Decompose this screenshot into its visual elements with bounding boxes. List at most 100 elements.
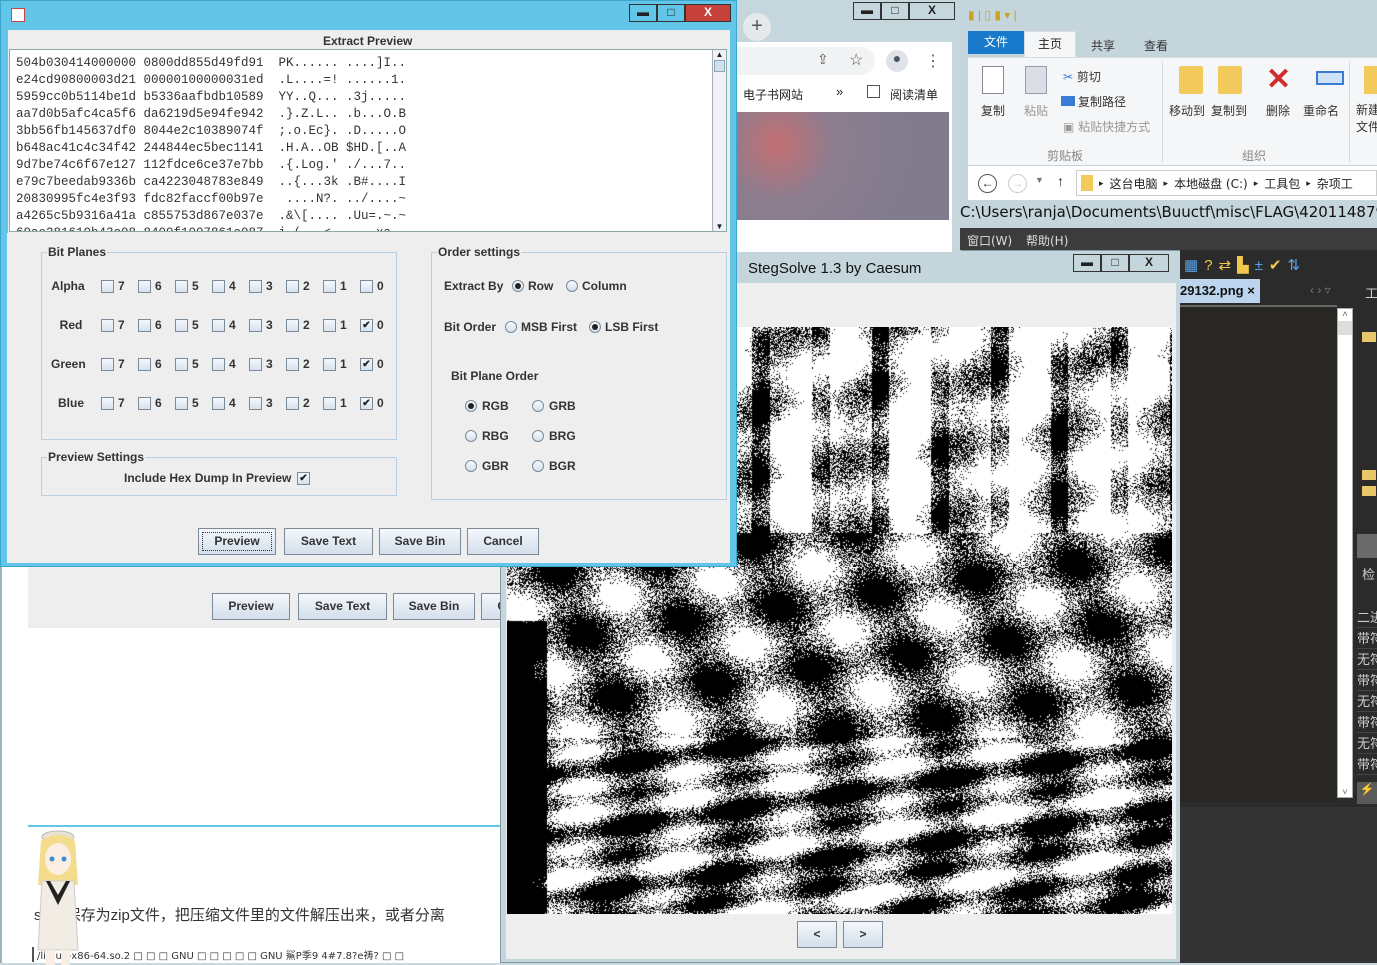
previous-plane-button[interactable]: <: [797, 921, 837, 948]
bit-plane-order-bgr-radio[interactable]: [532, 460, 544, 472]
copy-path-button[interactable]: 复制路径: [1061, 93, 1126, 110]
preview-button[interactable]: Preview: [212, 593, 290, 620]
ribbon-tab-file[interactable]: 文件: [968, 31, 1024, 54]
minimize-button[interactable]: ▬: [629, 4, 657, 22]
bit-checkbox-green-6[interactable]: [138, 358, 151, 371]
ribbon-tab-view[interactable]: 查看: [1144, 37, 1168, 54]
bookmark-folder[interactable]: 电子书网站: [743, 86, 803, 103]
inspector-row[interactable]: 无符: [1357, 649, 1377, 670]
breadcrumb-item[interactable]: 工具包: [1264, 175, 1300, 192]
bit-checkbox-blue-2[interactable]: [286, 397, 299, 410]
rename-button[interactable]: 重命名: [1303, 102, 1339, 119]
breadcrumb-arrow-icon[interactable]: ▸: [1306, 178, 1311, 189]
breadcrumb-item[interactable]: 杂项工: [1317, 175, 1353, 192]
scroll-thumb[interactable]: [1338, 321, 1352, 335]
scroll-down-arrow[interactable]: ▼: [713, 222, 726, 231]
extract-by-column-radio[interactable]: [566, 280, 578, 292]
swap-icon[interactable]: ⇄: [1219, 257, 1238, 274]
bit-checkbox-alpha-6[interactable]: [138, 280, 151, 293]
paste-shortcut-button[interactable]: ▣ 粘贴快捷方式: [1063, 118, 1150, 135]
bit-checkbox-green-7[interactable]: [101, 358, 114, 371]
breadcrumb-arrow-icon[interactable]: ▸: [1254, 178, 1259, 189]
help-icon[interactable]: ?: [1204, 257, 1218, 274]
bit-plane-order-rbg-radio[interactable]: [465, 430, 477, 442]
bit-checkbox-red-6[interactable]: [138, 319, 151, 332]
bit-checkbox-red-7[interactable]: [101, 319, 114, 332]
save-bin-button[interactable]: Save Bin: [379, 528, 461, 555]
tab-navigation[interactable]: ‹ › ▿: [1310, 283, 1331, 297]
bit-checkbox-alpha-0[interactable]: [360, 280, 373, 293]
address-bar[interactable]: ▸ 这台电脑 ▸ 本地磁盘 (C:) ▸ 工具包 ▸ 杂项工: [1076, 170, 1377, 196]
bit-checkbox-green-4[interactable]: [212, 358, 225, 371]
inspector-row[interactable]: 带符: [1357, 712, 1377, 733]
breadcrumb-arrow-icon[interactable]: ▸: [1099, 178, 1104, 189]
bit-checkbox-green-1[interactable]: [323, 358, 336, 371]
hex-preview-textarea[interactable]: 504b030414000000 0800dd855d49fd91 PK....…: [9, 49, 727, 232]
bit-checkbox-blue-6[interactable]: [138, 397, 151, 410]
bit-checkbox-blue-3[interactable]: [249, 397, 262, 410]
minimize-button[interactable]: ▬: [853, 2, 881, 20]
bit-plane-order-brg-radio[interactable]: [532, 430, 544, 442]
inspector-row[interactable]: 带符: [1357, 754, 1377, 775]
bit-checkbox-blue-0[interactable]: ✔: [360, 397, 373, 410]
inspector-row[interactable]: 无符: [1357, 691, 1377, 712]
bit-checkbox-blue-5[interactable]: [175, 397, 188, 410]
bit-checkbox-red-0[interactable]: ✔: [360, 319, 373, 332]
inspector-row[interactable]: 带符: [1357, 670, 1377, 691]
file-tab[interactable]: 29132.png ×: [1180, 279, 1260, 303]
bit-checkbox-blue-4[interactable]: [212, 397, 225, 410]
bit-plane-order-rgb-radio[interactable]: [465, 400, 477, 412]
menu-window[interactable]: 窗口(W): [967, 232, 1012, 249]
bit-order-lsb-radio[interactable]: [589, 321, 601, 333]
bit-checkbox-alpha-1[interactable]: [323, 280, 336, 293]
include-hex-checkbox[interactable]: ✔: [297, 472, 310, 485]
bit-checkbox-green-3[interactable]: [249, 358, 262, 371]
bit-plane-order-grb-radio[interactable]: [532, 400, 544, 412]
save-text-button[interactable]: Save Text: [284, 528, 373, 555]
cancel-button[interactable]: Cancel: [481, 593, 500, 620]
bit-checkbox-red-1[interactable]: [323, 319, 336, 332]
reading-list-button[interactable]: 阅读清单: [890, 86, 938, 103]
bit-checkbox-blue-1[interactable]: [323, 397, 336, 410]
editor-area[interactable]: [1180, 305, 1337, 802]
extract-by-row-radio[interactable]: [512, 280, 524, 292]
reading-list-icon[interactable]: [867, 85, 880, 98]
forward-button[interactable]: →: [1008, 174, 1027, 193]
breadcrumb-arrow-icon[interactable]: ▸: [1164, 178, 1169, 189]
checksum-icon[interactable]: ✔: [1269, 257, 1288, 274]
histogram-icon[interactable]: ▙: [1237, 257, 1255, 274]
new-folder-button[interactable]: 新建 文件: [1356, 102, 1377, 136]
next-plane-button[interactable]: >: [843, 921, 883, 948]
close-button[interactable]: X: [685, 4, 731, 22]
bit-checkbox-red-5[interactable]: [175, 319, 188, 332]
vertical-scrollbar[interactable]: ˄ ˅: [1337, 308, 1353, 798]
ribbon-tab-home[interactable]: 主页: [1024, 31, 1076, 57]
delete-button[interactable]: 删除: [1266, 102, 1290, 119]
path-text[interactable]: C:\Users\ranja\Documents\Buuctf\misc\FLA…: [960, 203, 1377, 221]
scroll-thumb[interactable]: [714, 60, 725, 72]
preview-button[interactable]: Preview: [198, 528, 276, 555]
inspector-row[interactable]: 二进: [1357, 607, 1377, 628]
close-button[interactable]: X: [909, 2, 955, 20]
bit-checkbox-alpha-4[interactable]: [212, 280, 225, 293]
bit-checkbox-blue-7[interactable]: [101, 397, 114, 410]
scroll-up-arrow[interactable]: ˄: [1338, 309, 1352, 319]
ribbon-tab-share[interactable]: 共享: [1091, 37, 1115, 54]
save-text-button[interactable]: Save Text: [298, 593, 387, 620]
scroll-down-arrow[interactable]: ˅: [1338, 787, 1352, 797]
inspector-row[interactable]: 带符: [1357, 628, 1377, 649]
breadcrumb-item[interactable]: 本地磁盘 (C:): [1174, 175, 1248, 192]
save-bin-button[interactable]: Save Bin: [393, 593, 475, 620]
paste-button[interactable]: 粘贴: [1024, 102, 1048, 119]
bookmark-star-icon[interactable]: ☆: [849, 50, 863, 70]
bit-plane-order-gbr-radio[interactable]: [465, 460, 477, 472]
recent-locations-dropdown[interactable]: ▼: [1035, 175, 1044, 185]
cut-button[interactable]: ✂ 剪切: [1063, 68, 1101, 85]
copy-to-button[interactable]: 复制到: [1211, 102, 1247, 119]
profile-avatar-icon[interactable]: ●: [886, 50, 908, 72]
bit-order-msb-radio[interactable]: [505, 321, 517, 333]
bit-checkbox-alpha-5[interactable]: [175, 280, 188, 293]
bit-checkbox-green-0[interactable]: ✔: [360, 358, 373, 371]
new-tab-button[interactable]: +: [743, 13, 771, 41]
bit-checkbox-alpha-2[interactable]: [286, 280, 299, 293]
